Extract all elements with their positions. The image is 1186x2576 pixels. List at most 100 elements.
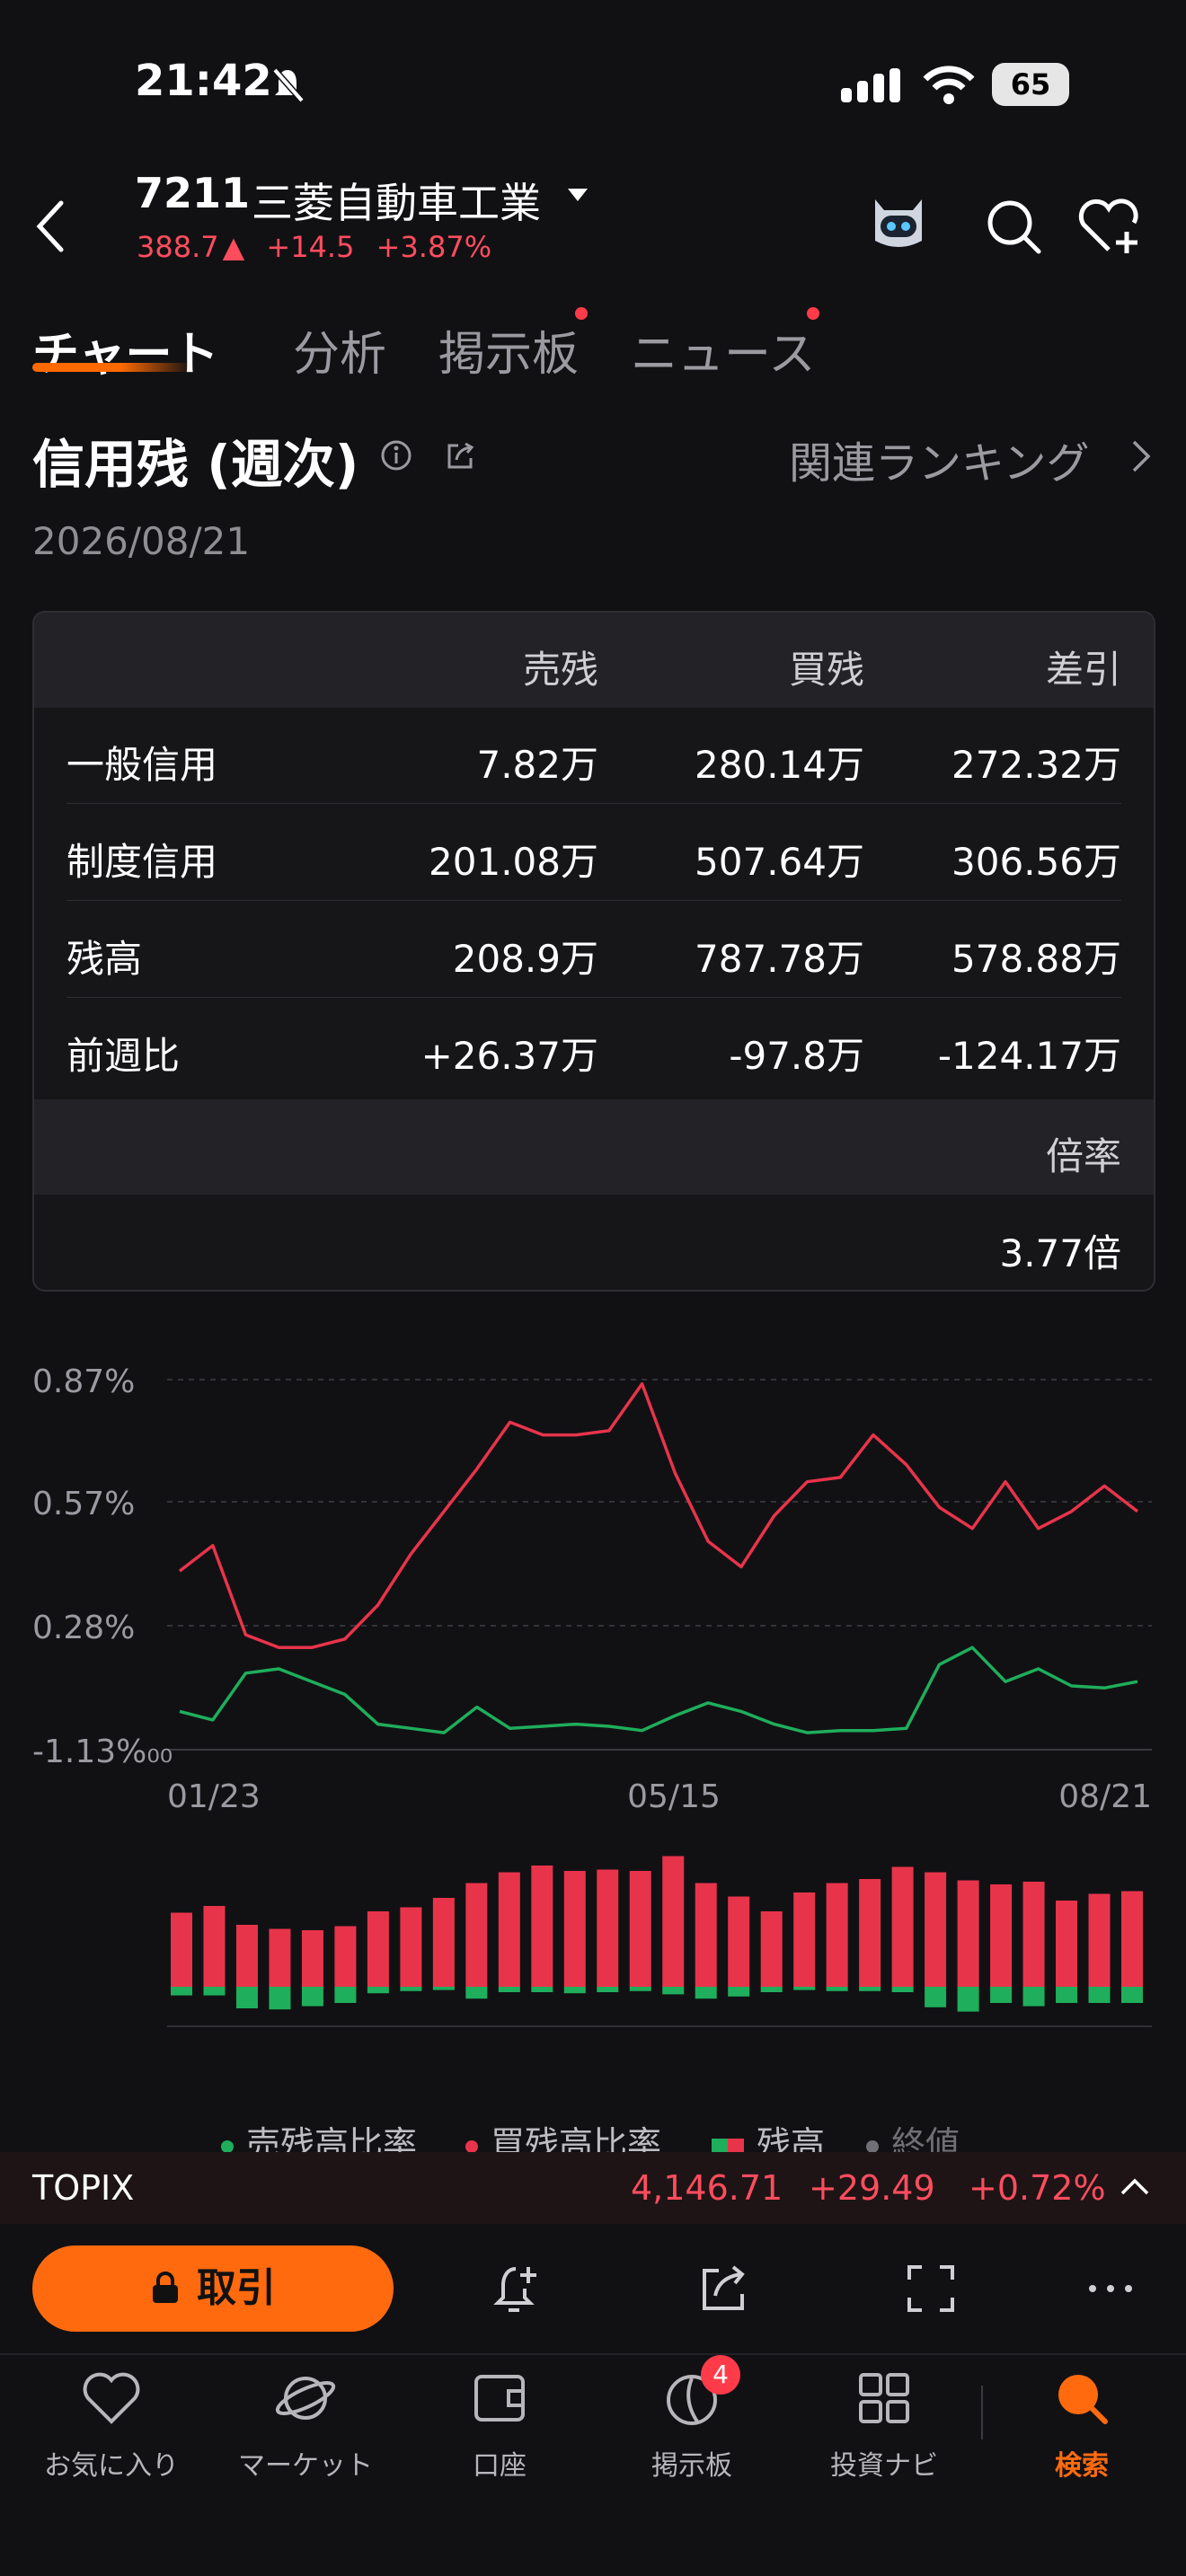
add-favorite-icon[interactable] [1076, 198, 1145, 255]
trade-label: 取引 [197, 2265, 276, 2311]
table-header-row: 売残 買残 差引 [34, 613, 1154, 708]
nav-search[interactable]: 検索 [992, 2366, 1172, 2483]
search-icon [1058, 2375, 1108, 2424]
chevron-right-icon[interactable] [1130, 438, 1152, 474]
x-tick-label: 05/15 [627, 1778, 721, 1815]
buy-balance-bar [367, 1911, 389, 1987]
nav-market[interactable]: マーケット [216, 2366, 395, 2483]
series-line [179, 1645, 1138, 1734]
buy-balance-bar [859, 1879, 881, 1987]
report-date: 2026/08/21 [32, 519, 251, 563]
sell-balance-bar [432, 1987, 455, 1990]
dropdown-caret-icon[interactable] [566, 187, 589, 203]
cell-diff: 272.32万 [951, 743, 1121, 787]
sell-balance-bar [1056, 1987, 1078, 2003]
price-alert-icon[interactable] [489, 2260, 546, 2317]
trade-button[interactable]: 取引 [32, 2245, 394, 2332]
x-tick-label: 01/23 [167, 1778, 261, 1815]
ratio-header-row: 倍率 [34, 1099, 1154, 1195]
section-title: 信用残 (週次) [32, 434, 359, 495]
buy-balance-bar [1121, 1891, 1143, 1987]
price: 388.7 [137, 230, 219, 264]
stock-code[interactable]: 7211 [135, 169, 250, 217]
buy-balance-bar [203, 1906, 226, 1987]
cell-buy: 507.64万 [695, 840, 864, 884]
row-label: 前週比 [66, 1034, 181, 1078]
info-icon[interactable] [379, 438, 413, 472]
row-divider [66, 997, 1121, 998]
y-tick-label: 0.28% [32, 1610, 135, 1646]
tab-board[interactable]: 掲示板 [438, 316, 579, 384]
sell-balance-bar [925, 1987, 947, 2007]
nav-invest-navi[interactable]: 投資ナビ [794, 2366, 974, 2483]
sell-balance-bar [171, 1987, 192, 1996]
nav-board[interactable]: 掲示板 [602, 2366, 782, 2483]
margin-ratio-line-chart: 0.87% 0.57% 0.28% -1.13%₀₀ 01/23 05/15 08/21 [32, 1363, 1152, 1815]
row-label: 制度信用 [66, 840, 218, 884]
back-icon[interactable] [32, 199, 68, 253]
ai-robot-icon[interactable] [863, 190, 934, 255]
row-label: 残高 [66, 937, 143, 981]
news-notification-dot [807, 307, 819, 320]
sell-balance-bar [826, 1987, 848, 1991]
up-arrow-icon: ▲ [222, 230, 245, 264]
margin-balance-bar-chart [167, 1856, 1152, 2027]
search-icon[interactable] [985, 198, 1042, 255]
buy-balance-bar [498, 1872, 520, 1987]
nav-label: 投資ナビ [830, 2450, 938, 2482]
nav-account[interactable]: 口座 [410, 2366, 589, 2483]
related-ranking-link[interactable]: 関連ランキング [789, 428, 1090, 490]
sell-balance-bar [301, 1987, 323, 2007]
sell-balance-bar [367, 1987, 389, 1994]
x-tick-label: 08/21 [1058, 1778, 1152, 1815]
buy-balance-bar [465, 1883, 488, 1987]
sell-balance-bar [498, 1987, 520, 1992]
cell-sell: 208.9万 [452, 937, 598, 981]
legend-dot [866, 2139, 879, 2153]
sell-balance-bar [1088, 1987, 1111, 2003]
cell-diff: 578.88万 [951, 937, 1121, 981]
nav-label: 掲示板 [651, 2450, 732, 2482]
buy-balance-bar [597, 1869, 619, 1987]
nav-label: マーケット [238, 2450, 373, 2482]
tab-news[interactable]: ニュース [631, 316, 815, 384]
margin-balance-table: 売残 買残 差引 一般信用 7.82万 280.14万 272.32万 制度信用… [32, 611, 1155, 1292]
heart-icon [83, 2372, 140, 2424]
stock-name[interactable]: 三菱自動車工業 [252, 171, 541, 230]
cell-sell: +26.37万 [420, 1034, 598, 1078]
tab-underline [32, 363, 192, 372]
sell-balance-bar [629, 1987, 651, 1991]
tab-analysis[interactable]: 分析 [293, 316, 386, 384]
y-tick-label: 0.87% [32, 1363, 135, 1400]
sell-balance-bar [400, 1987, 422, 1991]
battery-indicator: 65 [992, 63, 1069, 106]
sell-balance-bar [891, 1987, 914, 1992]
wifi-icon [923, 66, 975, 104]
buy-balance-bar [793, 1892, 816, 1987]
nav-favorites[interactable]: お気に入り [22, 2366, 201, 2483]
row-label: 一般信用 [66, 743, 218, 787]
sell-balance-bar [957, 1987, 979, 2012]
sell-balance-bar [728, 1987, 750, 1997]
sell-balance-bar [334, 1987, 357, 2003]
planet-icon [275, 2377, 336, 2420]
chevron-up-icon[interactable] [1120, 2175, 1150, 2197]
sell-balance-bar [859, 1987, 881, 1991]
sell-balance-bar [793, 1987, 816, 1990]
sell-balance-bar [662, 1987, 685, 1995]
sell-balance-bar [203, 1987, 226, 1996]
header-sell: 売残 [522, 648, 598, 692]
share-icon[interactable] [444, 438, 478, 472]
tab-chart[interactable]: チャート [32, 316, 218, 384]
sell-balance-bar [269, 1987, 291, 2010]
header-diff: 差引 [1045, 648, 1121, 692]
legend-dot [465, 2139, 478, 2153]
ratio-value: 3.77倍 [999, 1231, 1121, 1275]
price-change: +14.5 [266, 230, 355, 264]
more-icon[interactable] [1082, 2260, 1139, 2317]
share-icon[interactable] [695, 2260, 753, 2317]
signal-icon [841, 68, 900, 102]
topix-ticker-bar[interactable]: TOPIX 4,146.71 +29.49 +0.72% [0, 2152, 1186, 2224]
price-row: 388.7 ▲ +14.5 +3.87% [137, 230, 504, 264]
fullscreen-icon[interactable] [902, 2260, 960, 2317]
